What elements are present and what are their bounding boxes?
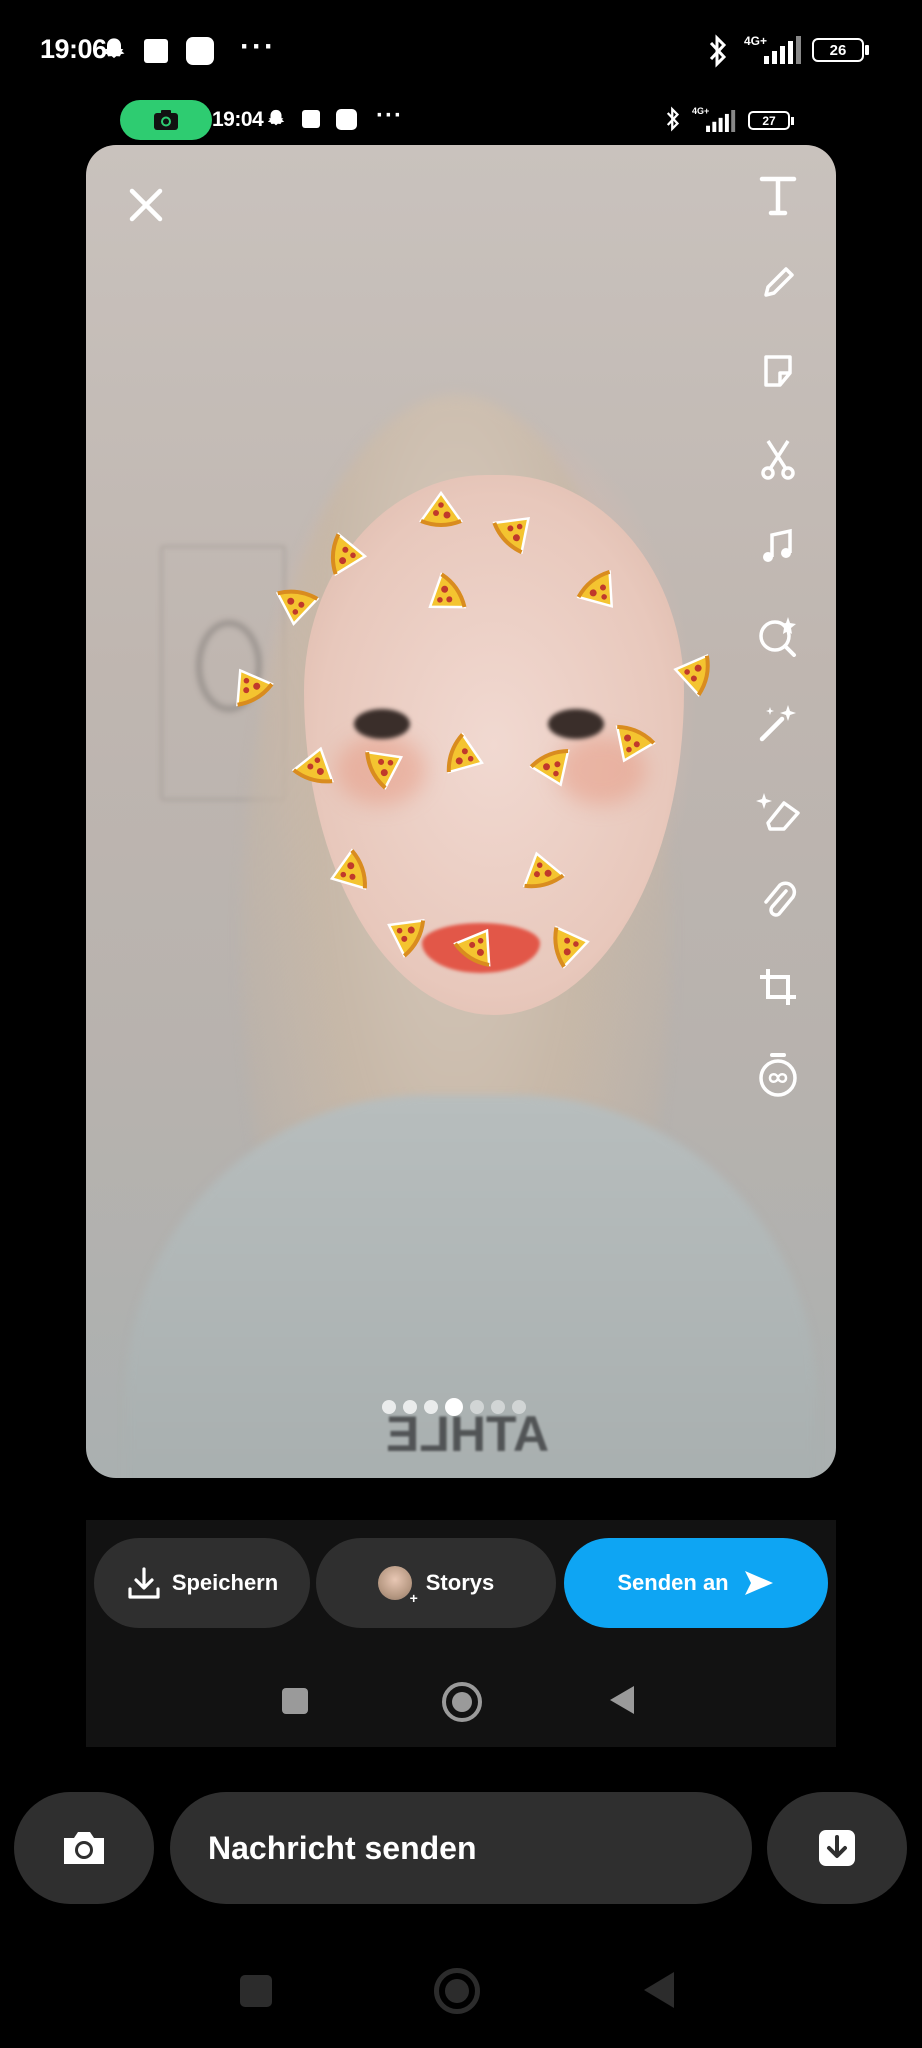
pizza-sticker [275,589,320,626]
magic-tool-button[interactable] [750,695,806,751]
inner-status-time: 19:04 [212,108,264,131]
lens-icon [759,617,796,657]
camera-button[interactable] [14,1792,154,1904]
eraser-tool-button[interactable] [750,783,806,839]
lens-pagination [382,1398,526,1416]
download-box-icon [819,1830,855,1866]
eraser-icon [756,793,800,831]
battery-level: 26 [829,41,847,59]
crop-icon [760,969,796,1005]
pizza-sticker [330,532,368,577]
send-to-button[interactable]: Senden an [564,1538,828,1628]
tool-column [750,167,806,1047]
save-label: Speichern [171,1570,279,1595]
bluetooth-icon [709,34,727,68]
home-button[interactable] [434,1968,480,2014]
draw-tool-button[interactable] [750,255,806,311]
back-button[interactable] [642,1970,676,2010]
message-input[interactable]: Nachricht senden [170,1792,752,1904]
inner-more-icon: ··· [376,102,403,129]
battery-tip [865,45,869,55]
send-arrow-icon [744,1571,773,1595]
pagination-dot [470,1400,484,1414]
eye-left [354,709,410,739]
app-icon [186,37,214,65]
attach-tool-button[interactable] [750,871,806,927]
eye-right [548,709,604,739]
story-label: Storys [425,1570,495,1595]
timer-tool-button[interactable] [750,1047,806,1103]
avatar: + [377,1566,418,1606]
inner-home-button[interactable] [442,1682,482,1722]
timer-icon [759,1053,797,1097]
paperclip-icon [764,881,797,917]
music-tool-button[interactable] [750,519,806,575]
lens-tool-button[interactable] [750,607,806,663]
inner-back-button[interactable] [608,1684,636,1716]
music-icon [763,528,792,562]
save-button[interactable]: Speichern [94,1538,310,1628]
pagination-dot [424,1400,438,1414]
pagination-dot-active [445,1398,463,1416]
inner-recents-button[interactable] [282,1688,308,1714]
notification-icon [144,39,168,63]
inner-action-bar: Speichern + Storys Senden an [86,1520,836,1747]
scissors-tool-button[interactable] [750,431,806,487]
inner-battery-level: 27 [762,113,776,128]
pizza-sticker [419,491,463,527]
pizza-sticker [673,653,710,697]
inner-battery-tip [791,117,794,125]
message-placeholder: Nachricht senden [208,1829,477,1866]
inner-app-icon [336,109,357,130]
inner-battery-icon: 27 [748,111,790,130]
screen-record-indicator[interactable] [120,100,212,140]
crop-tool-button[interactable] [750,959,806,1015]
download-icon [128,1567,160,1599]
snapchat-ghost-icon [103,38,125,59]
add-icon: + [409,1590,418,1606]
signal-icon [764,36,801,64]
status-bar: 19:06 ··· 4G+ 26 [0,0,922,100]
sticker-tool-button[interactable] [750,343,806,399]
text-tool-button[interactable] [750,167,806,223]
inner-bluetooth-icon [666,106,680,132]
pencil-icon [764,267,794,297]
send-label: Senden an [617,1570,729,1595]
snap-preview[interactable]: ATHLE [86,145,836,1478]
pagination-dot [491,1400,505,1414]
inner-signal-icon [706,110,736,132]
status-time: 19:06 [40,34,107,64]
camera-icon [154,110,178,130]
scissors-icon [761,440,795,480]
pagination-dot [403,1400,417,1414]
magic-wand-icon [759,705,796,742]
battery-icon: 26 [812,38,864,62]
close-icon[interactable] [126,185,166,225]
sticker-icon [764,355,792,387]
more-notifications-icon: ··· [240,30,276,63]
story-button[interactable]: + Storys [316,1538,556,1628]
pagination-dot [512,1400,526,1414]
inner-snapchat-ghost-icon [267,109,285,126]
camera-icon [64,1832,104,1864]
recents-button[interactable] [240,1975,272,2007]
inner-notification-icon [302,110,320,128]
pagination-dot [382,1400,396,1414]
text-icon [759,176,797,216]
save-to-device-button[interactable] [767,1792,907,1904]
